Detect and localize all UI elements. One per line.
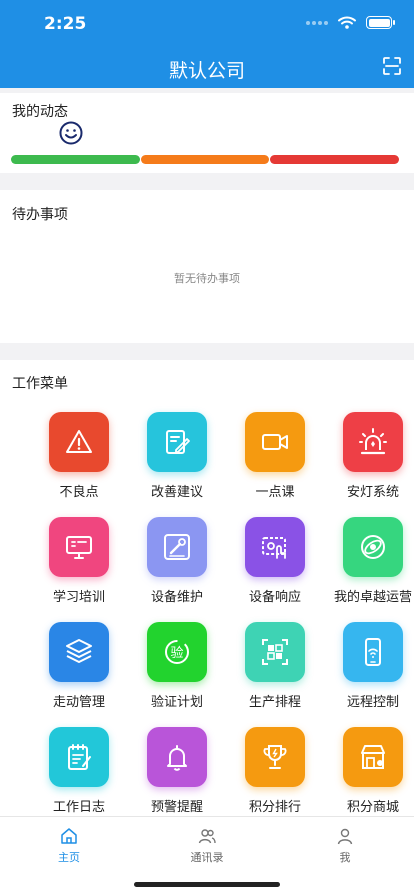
profile-icon [337,828,353,845]
phone-wifi-icon [343,622,403,682]
status-time: 2:25 [44,14,87,34]
menu-item-monitor[interactable]: 学习培训 [30,517,128,613]
tab-home-label: 主页 [58,851,80,864]
menu-item-label: 我的卓越运营 [333,590,412,605]
menu-item-orbit[interactable]: 我的卓越运营 [324,517,414,613]
tab-me[interactable]: 我 [276,823,414,867]
menu-item-label: 积分商城 [346,800,399,815]
todo-card: 待办事项 暂无待办事项 [0,190,414,343]
orbit-icon [343,517,403,577]
contacts-icon [198,829,216,844]
home-icon [61,828,77,844]
page-title: 默认公司 [168,60,245,82]
menu-item-alarm-light[interactable]: 安灯系统 [324,412,414,508]
menu-item-schedule-scan[interactable]: 生产排程 [226,622,324,718]
work-menu-title: 工作菜单 [12,376,68,392]
menu-item-shop[interactable]: 积分商城 [324,727,414,823]
my-dynamics-card: 我的动态 [0,93,414,173]
smile-icon [59,121,83,145]
menu-item-warning[interactable]: 不良点 [30,412,128,508]
tab-me-label: 我 [339,851,351,864]
menu-item-bell[interactable]: 预警提醒 [128,727,226,823]
battery-icon [366,16,395,29]
monitor-icon [49,517,109,577]
video-icon [245,412,305,472]
menu-item-video[interactable]: 一点课 [226,412,324,508]
status-icons [306,16,395,29]
menu-item-trophy[interactable]: 积分排行 [226,727,324,823]
alarm-light-icon [343,412,403,472]
home-indicator [134,882,280,887]
scan-icon[interactable] [382,56,402,76]
layers-icon [49,622,109,682]
shop-icon [343,727,403,787]
tab-contacts-label: 通讯录 [190,851,224,864]
wifi-icon [338,16,356,29]
menu-item-phone-wifi[interactable]: 远程控制 [324,622,414,718]
mood-bar-orange [141,155,269,164]
trophy-icon [245,727,305,787]
tab-contacts[interactable]: 通讯录 [138,823,276,867]
menu-item-wrench[interactable]: 设备维护 [128,517,226,613]
tab-home[interactable]: 主页 [0,823,138,867]
edit-note-icon [147,412,207,472]
top-bar: 2:25 默认公司 [0,0,414,88]
mood-bar-green [11,155,140,164]
svg-text:验: 验 [170,645,183,661]
touch-device-icon [245,517,305,577]
menu-item-log[interactable]: 工作日志 [30,727,128,823]
cellular-signal-icon [306,20,328,25]
schedule-scan-icon [245,622,305,682]
warning-icon [49,412,109,472]
menu-item-layers[interactable]: 走动管理 [30,622,128,718]
todo-title: 待办事项 [12,207,68,223]
menu-item-label: 远程控制 [346,695,399,710]
wrench-icon [147,517,207,577]
bell-icon [147,727,207,787]
work-menu-card: 工作菜单 不良点 改善建议 一点课安灯系统学习培训 设备维护 设备响应 我的卓越运营走动管… [0,360,414,816]
menu-item-label: 安灯系统 [346,485,399,500]
log-icon [49,727,109,787]
mood-bar-red [270,155,399,164]
todo-empty-text: 暂无待办事项 [174,272,240,285]
verify-icon: 验 [147,622,207,682]
menu-item-verify[interactable]: 验验证计划 [128,622,226,718]
menu-item-edit-note[interactable]: 改善建议 [128,412,226,508]
menu-item-touch-device[interactable]: 设备响应 [226,517,324,613]
my-dynamics-title: 我的动态 [12,104,68,120]
